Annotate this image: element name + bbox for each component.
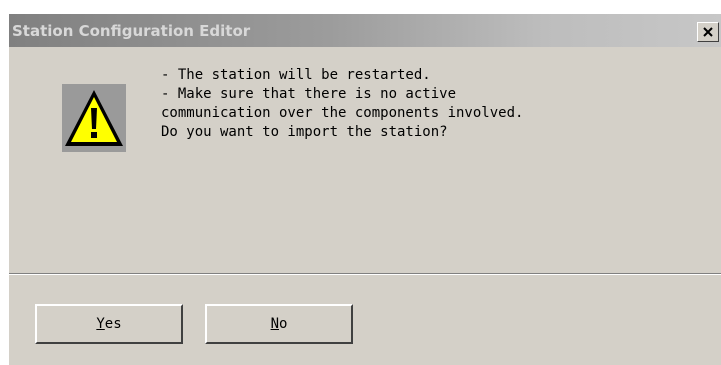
yes-accelerator: Y bbox=[96, 316, 105, 332]
message-line: - The station will be restarted. bbox=[161, 67, 431, 83]
message-line: Do you want to import the station? bbox=[161, 124, 448, 140]
warning-icon bbox=[62, 84, 126, 152]
no-button[interactable]: No bbox=[205, 304, 353, 344]
message-line: - Make sure that there is no active bbox=[161, 86, 457, 102]
title-bar[interactable]: Station Configuration Editor bbox=[9, 14, 721, 47]
window-title: Station Configuration Editor bbox=[12, 22, 251, 40]
message-dialog: Station Configuration Editor - The stati… bbox=[9, 14, 721, 365]
separator bbox=[9, 273, 721, 275]
close-button[interactable] bbox=[697, 22, 719, 42]
message-line: communication over the components involv… bbox=[161, 105, 524, 121]
message-text: - The station will be restarted. - Make … bbox=[161, 66, 701, 142]
no-label-rest: o bbox=[279, 316, 288, 332]
close-icon bbox=[703, 27, 713, 37]
yes-button[interactable]: Yes bbox=[35, 304, 183, 344]
yes-label-rest: es bbox=[104, 316, 122, 332]
no-accelerator: N bbox=[270, 316, 279, 332]
